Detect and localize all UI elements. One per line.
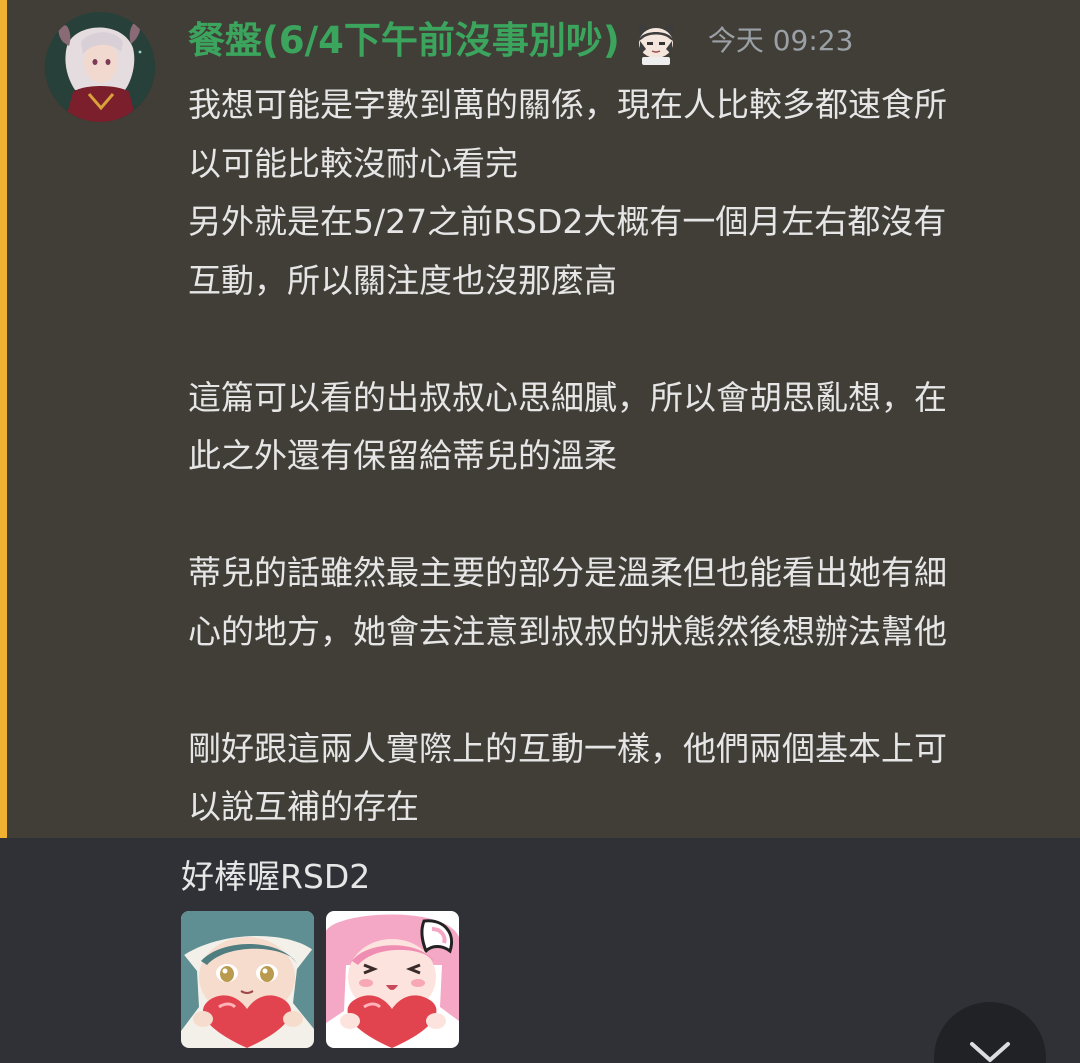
cat-ear-girl-emoji-icon bbox=[630, 15, 682, 67]
avatar[interactable] bbox=[45, 12, 155, 122]
pink-hair-heart-sticker[interactable] bbox=[326, 911, 459, 1048]
author-name[interactable]: 餐盤(6/4下午前沒事別吵) bbox=[188, 14, 620, 68]
message-paragraph: 我想可能是字數到萬的關係，現在人比較多都速食所 以可能比較沒耐心看完 另外就是在… bbox=[188, 85, 947, 300]
message-timestamp: 今天 09:23 bbox=[707, 24, 854, 57]
avatar-image bbox=[45, 12, 155, 122]
message-paragraph: 蒂兒的話雖然最主要的部分是溫柔但也能看出她有細 心的地方，她會去注意到叔叔的狀態… bbox=[188, 553, 947, 651]
message-paragraph: 剛好跟這兩人實際上的互動一樣，他們兩個基本上可 以說互補的存在 bbox=[188, 728, 947, 827]
message-paragraph: 這篇可以看的出叔叔心思細膩，所以會胡思亂想，在 此之外還有保留給蒂兒的溫柔 bbox=[188, 377, 947, 476]
message-content: 我想可能是字數到萬的關係，現在人比較多都速食所 以可能比較沒耐心看完 另外就是在… bbox=[188, 76, 1058, 837]
message-header: 餐盤(6/4下午前沒事別吵) 今天 09:23 bbox=[188, 14, 853, 68]
highlighted-message[interactable]: 餐盤(6/4下午前沒事別吵) 今天 09:23 我想可能是字數到萬的關係，現在人… bbox=[0, 0, 1080, 838]
followup-message-text: 好棒喔RSD2 bbox=[181, 857, 371, 896]
chevron-down-icon bbox=[970, 1042, 1010, 1062]
chat-view: 餐盤(6/4下午前沒事別吵) 今天 09:23 我想可能是字數到萬的關係，現在人… bbox=[0, 0, 1080, 1063]
jump-to-bottom-button[interactable] bbox=[934, 1002, 1046, 1063]
sticker-row bbox=[181, 911, 459, 1048]
teal-hair-heart-sticker[interactable] bbox=[181, 911, 314, 1048]
